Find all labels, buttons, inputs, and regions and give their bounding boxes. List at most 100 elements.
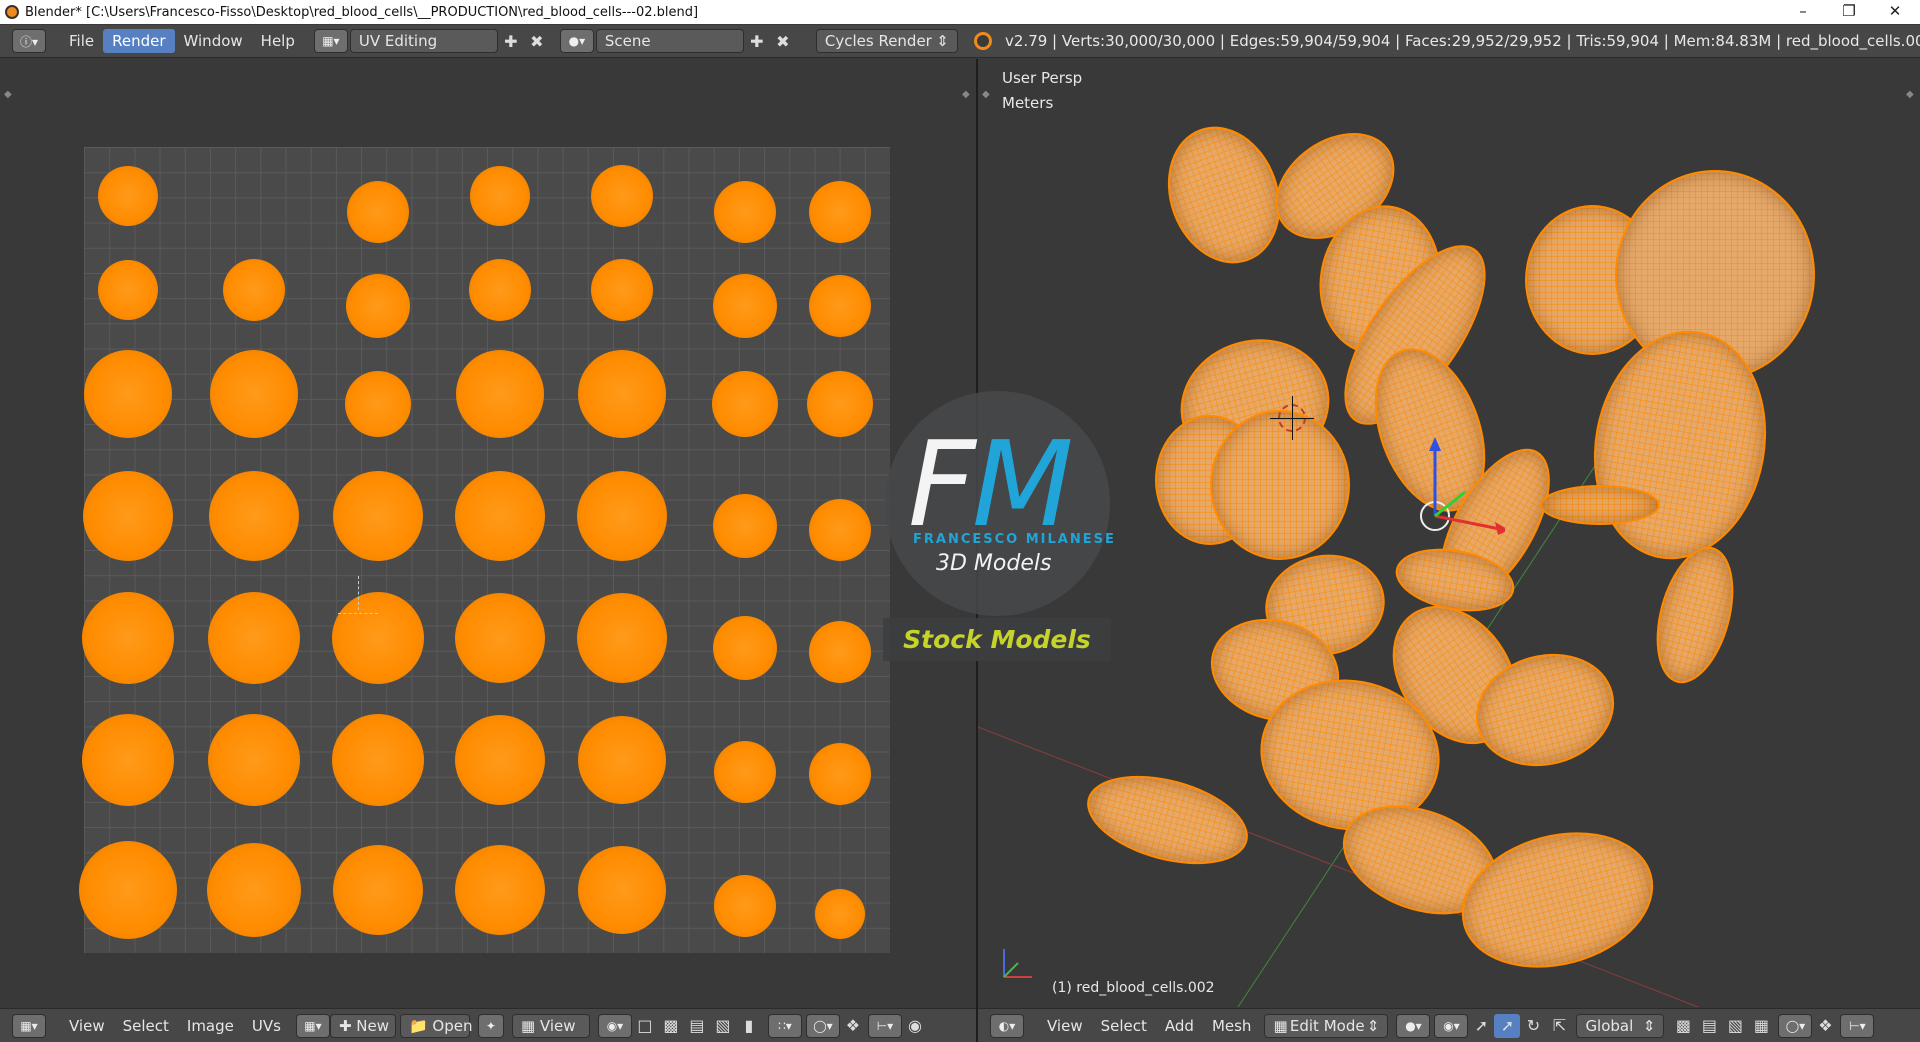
uv-island[interactable] [455,471,545,561]
proportional-editing-icon[interactable]: ◯▾ [1778,1013,1813,1038]
uv-menu-image[interactable]: Image [178,1014,243,1038]
pivot-point-3d-icon[interactable]: ◉▾ [1434,1013,1469,1038]
uv-island[interactable] [455,845,545,935]
menu-render[interactable]: Render [103,29,175,53]
edge-select-mode-icon[interactable]: ▤ [1696,1014,1722,1038]
uv-island[interactable] [84,350,172,438]
uv-island[interactable] [347,181,409,243]
uv-island[interactable] [713,616,777,680]
remove-screen-icon[interactable]: ✖ [524,29,550,53]
uv-island[interactable] [208,714,300,806]
uv-island[interactable] [714,181,776,243]
3d-menu-mesh[interactable]: Mesh [1203,1014,1261,1038]
uv-island[interactable] [577,471,667,561]
manipulator-toggle-icon[interactable]: ➚ [1468,1014,1494,1038]
menu-file[interactable]: File [60,29,103,53]
uv-island[interactable] [346,274,410,338]
scale-manipulator-icon[interactable]: ⇱ [1546,1014,1572,1038]
uv-island[interactable] [809,621,871,683]
restore-icon[interactable]: ❐ [1826,0,1872,24]
uv-island[interactable] [209,471,299,561]
uv-island[interactable] [578,350,666,438]
uv-island[interactable] [333,471,423,561]
uv-island[interactable] [345,371,411,437]
pin-icon[interactable]: ✦ [477,1013,504,1038]
vertex-select-icon[interactable]: ▩ [658,1014,684,1038]
open-image-button[interactable]: 📁 Open [399,1013,472,1038]
uv-island[interactable] [79,841,177,939]
add-scene-icon[interactable]: ✚ [744,29,770,53]
snap-element-icon[interactable]: ⊢▾ [867,1013,902,1038]
uv-island[interactable] [714,875,776,937]
uv-menu-select[interactable]: Select [114,1014,178,1038]
region-toggle-left-icon[interactable]: ◆ [4,89,12,100]
uv-island[interactable] [207,843,301,937]
translate-manipulator-icon[interactable]: ➚ [1494,1013,1521,1038]
editor-type-info-icon[interactable]: ⓘ▾ [12,29,46,53]
red-blood-cell-mesh[interactable] [1540,485,1660,525]
transform-orientation-dropdown[interactable]: Global ⇕ [1576,1013,1665,1038]
uv-island[interactable] [455,715,545,805]
snap-icon[interactable]: ❖ [840,1014,866,1038]
image-browse-icon[interactable]: ▦▾ [295,1013,330,1038]
uv-island[interactable] [455,593,545,683]
editor-type-3dview-icon[interactable]: ◐▾ [990,1013,1024,1038]
uv-island[interactable] [809,499,871,561]
view-mode-dropdown[interactable]: ▦ View [511,1013,590,1038]
uv-island[interactable] [470,166,530,226]
edge-select-icon[interactable]: ▤ [684,1014,710,1038]
menu-window[interactable]: Window [175,29,252,53]
region-toggle-left-icon[interactable]: ◆ [982,89,990,100]
uv-menu-view[interactable]: View [60,1014,114,1038]
uv-island[interactable] [809,743,871,805]
vertex-select-mode-icon[interactable]: ▩ [1670,1014,1696,1038]
remove-scene-icon[interactable]: ✖ [770,29,796,53]
uv-island[interactable] [83,471,173,561]
pivot-point-icon[interactable]: ◉▾ [597,1013,632,1038]
3d-menu-view[interactable]: View [1038,1014,1092,1038]
uv-island[interactable] [98,260,158,320]
face-select-icon[interactable]: ▧ [710,1014,736,1038]
uv-island[interactable] [82,592,174,684]
uv-island[interactable] [578,716,666,804]
3d-menu-add[interactable]: Add [1156,1014,1203,1038]
viewport-shading-icon[interactable]: ●▾ [1396,1013,1431,1038]
add-screen-icon[interactable]: ✚ [498,29,524,53]
occlude-geometry-icon[interactable]: ▦ [1748,1014,1774,1038]
interaction-mode-dropdown[interactable]: ▦ Edit Mode ⇕ [1264,1013,1389,1038]
island-select-icon[interactable]: ▮ [736,1014,762,1038]
uv-island[interactable] [577,593,667,683]
uv-island[interactable] [223,259,285,321]
uv-island[interactable] [809,181,871,243]
render-engine-dropdown[interactable]: Cycles Render ⇕ [815,29,958,53]
region-toggle-right-icon[interactable]: ◆ [1906,89,1914,100]
uv-menu-uvs[interactable]: UVs [243,1014,290,1038]
uv-island[interactable] [210,350,298,438]
uv-island[interactable] [815,889,865,939]
scene-field[interactable]: Scene [595,29,744,53]
uv-island[interactable] [714,741,776,803]
3d-menu-select[interactable]: Select [1092,1014,1156,1038]
uv-island[interactable] [713,494,777,558]
snap-3d-icon[interactable]: ❖ [1812,1014,1838,1038]
uv-island[interactable] [332,714,424,806]
region-toggle-right-icon[interactable]: ◆ [962,89,970,100]
uv-island[interactable] [469,259,531,321]
sync-selection-icon[interactable]: □ [632,1014,658,1038]
uv-island[interactable] [713,274,777,338]
sticky-selection-icon[interactable]: ∷▾ [767,1013,802,1038]
snap-element-3d-icon[interactable]: ⊢▾ [1840,1013,1875,1038]
screen-layout-icon[interactable]: ▦▾ [313,29,348,53]
editor-type-image-icon[interactable]: ▦▾ [12,1013,46,1038]
new-image-button[interactable]: ✚ New [329,1013,396,1038]
uv-island[interactable] [591,165,653,227]
scene-icon[interactable]: ●▾ [559,29,594,53]
uv-island[interactable] [82,714,174,806]
uv-island[interactable] [456,350,544,438]
rotate-manipulator-icon[interactable]: ↻ [1520,1014,1546,1038]
uv-island[interactable] [98,166,158,226]
render-slot-icon[interactable]: ◉ [902,1014,928,1038]
uv-island[interactable] [333,845,423,935]
uv-island[interactable] [591,259,653,321]
minimize-icon[interactable]: – [1780,0,1826,24]
